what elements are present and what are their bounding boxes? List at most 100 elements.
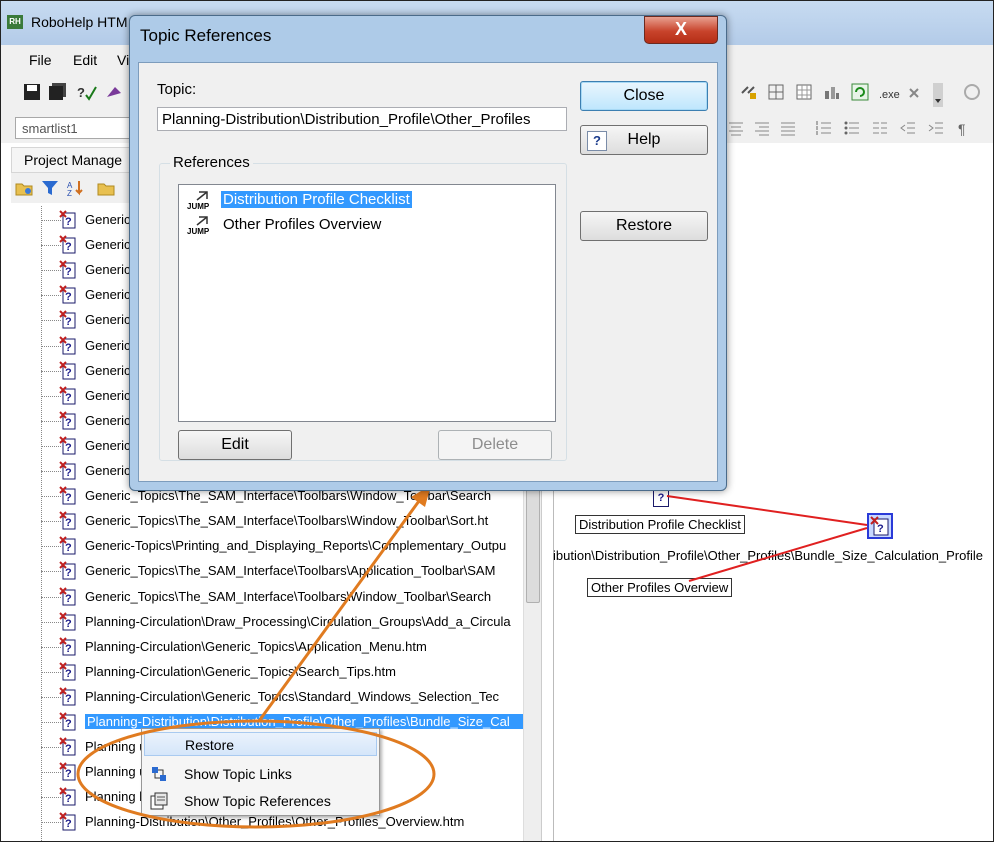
insert-image-icon[interactable]: [767, 83, 785, 101]
edit-button[interactable]: Edit: [178, 430, 292, 460]
help-button[interactable]: ? Help: [580, 125, 708, 155]
tree-connector: [41, 220, 61, 221]
broken-topic-icon: ?: [59, 636, 76, 656]
tree-connector: [41, 496, 61, 498]
justify-icon[interactable]: [779, 119, 797, 137]
topic-path-field[interactable]: Planning-Distribution\Distribution_Profi…: [157, 107, 567, 131]
context-menu-restore-label: Restore: [185, 737, 235, 753]
close-button[interactable]: Close: [580, 81, 708, 111]
folder-icon[interactable]: [97, 179, 115, 197]
align-center-icon[interactable]: [727, 119, 745, 137]
source-topic-icon[interactable]: ?: [653, 489, 669, 507]
references-list[interactable]: JUMP Distribution Profile Checklist JUMP…: [178, 184, 556, 422]
context-menu-show-topic-references-label: Show Topic References: [184, 793, 331, 809]
tree-connector: [41, 772, 61, 774]
svg-text:JUMP: JUMP: [187, 202, 210, 211]
decrease-indent-icon[interactable]: [899, 119, 917, 137]
style-combo[interactable]: smartlist1: [15, 117, 135, 139]
increase-indent-icon[interactable]: [927, 119, 945, 137]
menu-edit[interactable]: Edit: [73, 52, 97, 68]
restore-button[interactable]: Restore: [580, 211, 708, 241]
tree-connector: [41, 822, 61, 824]
tree-item[interactable]: ? Planning-Circulation\Generic_Topics\Sea…: [41, 661, 531, 683]
tree-connector: [41, 270, 61, 272]
tree-connector: [41, 797, 61, 799]
dialog-title: Topic References: [140, 26, 272, 45]
toolbar-overflow-icon[interactable]: [933, 83, 943, 107]
close-icon: X: [674, 19, 687, 39]
list-style-icon[interactable]: [871, 119, 889, 137]
web-icon[interactable]: [963, 83, 981, 101]
context-menu-show-topic-links[interactable]: Show Topic Links: [144, 762, 377, 786]
center-topic-node[interactable]: ?: [867, 513, 893, 539]
link-icon[interactable]: [739, 83, 757, 101]
dialog-body: Topic: Planning-Distribution\Distributio…: [138, 62, 718, 482]
svg-text:?: ?: [65, 517, 72, 529]
tree-connector: [41, 245, 61, 247]
refresh-icon[interactable]: [851, 83, 869, 101]
numbered-list-icon[interactable]: [815, 119, 833, 137]
sort-az-icon[interactable]: AZ: [67, 179, 85, 198]
help-icon: ?: [587, 131, 607, 151]
delete-button[interactable]: Delete: [438, 430, 552, 460]
diagram-node-checklist[interactable]: Distribution Profile Checklist: [575, 515, 745, 534]
tree-scrollbar-thumb[interactable]: [526, 486, 540, 603]
chart-icon[interactable]: [823, 83, 841, 101]
tree-item[interactable]: ? Generic_Topics\The_SAM_Interface\Toolba…: [41, 586, 531, 608]
svg-text:?: ?: [65, 467, 72, 479]
broken-topic-icon: ?: [59, 787, 76, 806]
broken-topic-icon: ?: [59, 762, 76, 781]
jump-icon: JUMP: [187, 191, 210, 211]
align-right-icon[interactable]: [753, 119, 771, 137]
diagram-path-label: ibution\Distribution_Profile\Other_Profi…: [553, 548, 983, 563]
broken-topic-icon: ?: [59, 360, 76, 380]
thesaurus-icon[interactable]: [105, 83, 123, 101]
save-icon[interactable]: [23, 83, 41, 101]
robohelp-logo-icon: RH: [7, 15, 23, 29]
diagram-node-overview[interactable]: Other Profiles Overview: [587, 578, 733, 597]
svg-text:?: ?: [877, 523, 884, 535]
dialog-close-x-button[interactable]: X: [644, 16, 718, 44]
filter-icon[interactable]: [41, 179, 59, 197]
tree-item[interactable]: ? Generic-Topics\Printing_and_Displaying_…: [41, 535, 531, 557]
menu-view[interactable]: Vi: [117, 52, 129, 68]
tree-item[interactable]: ? Planning-Circulation\Generic_Topics\Sta…: [41, 686, 531, 708]
tree-connector: [41, 621, 61, 623]
help-button-label: Help: [627, 131, 661, 148]
exe-icon[interactable]: .exe: [879, 83, 900, 101]
svg-text:?: ?: [65, 342, 72, 354]
project-manager-tab[interactable]: Project Manage: [11, 147, 138, 173]
tree-connector: [41, 370, 61, 372]
topic-references-icon: [150, 792, 168, 810]
bullet-list-icon[interactable]: [843, 119, 861, 137]
spell-check-icon[interactable]: ?: [77, 83, 97, 101]
pilcrow-icon[interactable]: ¶: [955, 119, 973, 137]
svg-text:?: ?: [65, 241, 72, 253]
tree-item[interactable]: ? Generic_Topics\The_SAM_Interface\Toolba…: [41, 510, 531, 532]
tree-item[interactable]: ? Generic_Topics\The_SAM_Interface\Toolba…: [41, 560, 531, 582]
svg-text:Z: Z: [67, 189, 72, 197]
tree-item[interactable]: ? Planning-Circulation\Generic_Topics\App…: [41, 636, 531, 658]
tree-connector: [41, 696, 61, 698]
tree-item-label: Generic_Topics\The_SAM_Interface\Toolbar…: [85, 513, 489, 529]
tree-connector: [41, 722, 61, 723]
tree-connector: [41, 546, 61, 548]
references-label: References: [170, 154, 253, 171]
delete-format-icon[interactable]: [907, 83, 925, 101]
svg-text:?: ?: [65, 743, 72, 755]
new-folder-icon[interactable]: [15, 179, 33, 197]
svg-text:JUMP: JUMP: [187, 227, 210, 236]
tree-connector: [41, 320, 61, 322]
tree-item[interactable]: ? Planning-Circulation\Draw_Processing\Ci…: [41, 611, 531, 633]
tree-connector: [41, 295, 61, 297]
save-all-icon[interactable]: [49, 83, 67, 101]
context-menu-restore[interactable]: Restore: [144, 732, 377, 756]
context-menu-show-topic-references[interactable]: Show Topic References: [144, 789, 377, 813]
table-icon[interactable]: [795, 83, 813, 101]
broken-topic-icon: ?: [59, 260, 76, 279]
menu-file[interactable]: File: [29, 52, 52, 68]
svg-text:?: ?: [65, 216, 72, 228]
tree-connector: [41, 420, 61, 422]
broken-topic-icon: ?: [59, 385, 76, 405]
svg-text:?: ?: [65, 316, 72, 328]
